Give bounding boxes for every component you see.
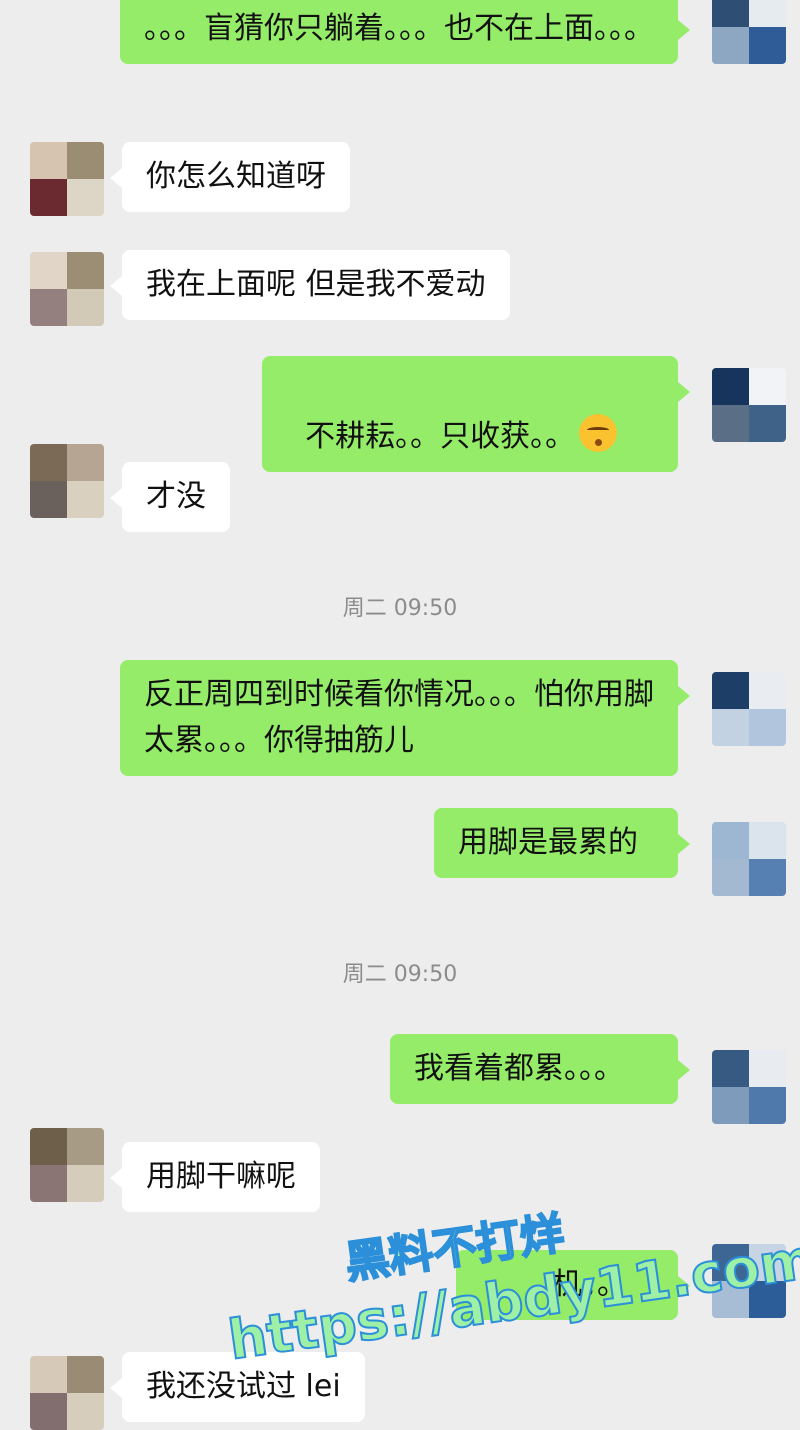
avatar[interactable] bbox=[30, 252, 104, 326]
avatar[interactable] bbox=[30, 1356, 104, 1430]
timestamp: 周二 09:50 bbox=[342, 962, 458, 987]
timestamp: 周二 09:50 bbox=[342, 596, 458, 621]
avatar[interactable] bbox=[712, 368, 786, 442]
message-bubble-received[interactable]: 你怎么知道呀 bbox=[110, 142, 350, 212]
avatar[interactable] bbox=[30, 1128, 104, 1202]
message-bubble-sent[interactable]: 不耕耘。。只收获。。 bbox=[262, 356, 690, 472]
message-bubble-received[interactable]: 我在上面呢 但是我不爱动 bbox=[110, 250, 510, 320]
pensive-face-emoji-icon bbox=[579, 414, 618, 452]
avatar[interactable] bbox=[712, 672, 786, 746]
avatar[interactable] bbox=[30, 444, 104, 518]
message-bubble-received[interactable]: 用脚干嘛呢 bbox=[110, 1142, 320, 1212]
message-bubble-sent[interactable]: 反正周四到时候看你情况。。。怕你用脚太累。。。你得抽筋儿 bbox=[120, 660, 690, 776]
avatar[interactable] bbox=[712, 822, 786, 896]
message-text: 不耕耘。。只收获。。 bbox=[305, 419, 576, 454]
avatar[interactable] bbox=[712, 1050, 786, 1124]
avatar[interactable] bbox=[712, 0, 786, 64]
message-bubble-received[interactable]: 才没 bbox=[110, 462, 230, 532]
message-bubble-sent[interactable]: 用脚是最累的 bbox=[434, 808, 690, 878]
avatar[interactable] bbox=[30, 142, 104, 216]
message-bubble-sent[interactable]: 我看着都累。。。 bbox=[390, 1034, 690, 1104]
message-bubble-sent[interactable]: 。。。盲猜你只躺着。。。也不在上面。。。 bbox=[120, 0, 690, 64]
